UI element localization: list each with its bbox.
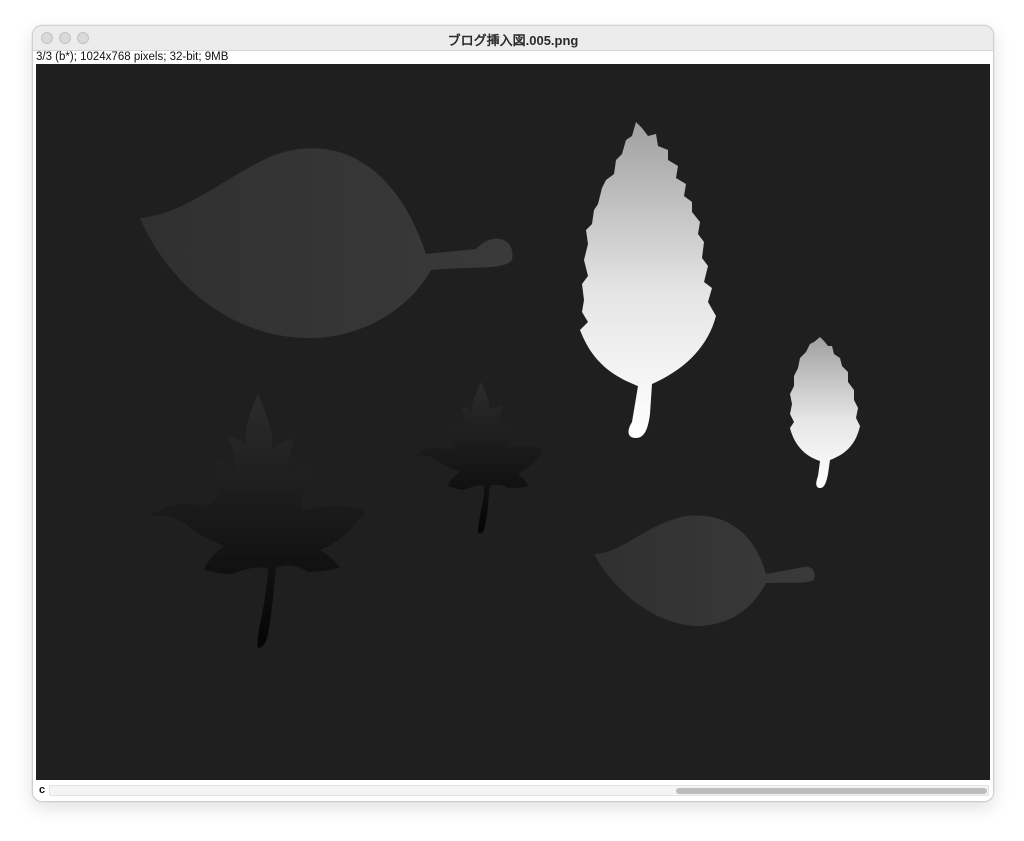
small-leaf-dim bbox=[594, 515, 815, 626]
large-elm-leaf-bright bbox=[580, 122, 716, 438]
large-leaf-dim bbox=[140, 148, 513, 339]
image-canvas[interactable] bbox=[36, 64, 990, 780]
image-window: ブログ挿入図.005.png 3/3 (b*); 1024x768 pixels… bbox=[32, 25, 994, 802]
title-bar[interactable]: ブログ挿入図.005.png bbox=[33, 26, 993, 51]
large-maple-leaf-dark bbox=[150, 394, 365, 648]
status-bar: c bbox=[33, 780, 993, 801]
small-maple-leaf-dark bbox=[416, 382, 543, 534]
channel-slider-thumb[interactable] bbox=[676, 788, 987, 794]
image-info-line: 3/3 (b*); 1024x768 pixels; 32-bit; 9MB bbox=[36, 51, 229, 63]
small-elm-leaf-bright bbox=[790, 337, 860, 488]
window-title: ブログ挿入図.005.png bbox=[447, 33, 579, 48]
channel-slider-label: c bbox=[39, 784, 46, 796]
